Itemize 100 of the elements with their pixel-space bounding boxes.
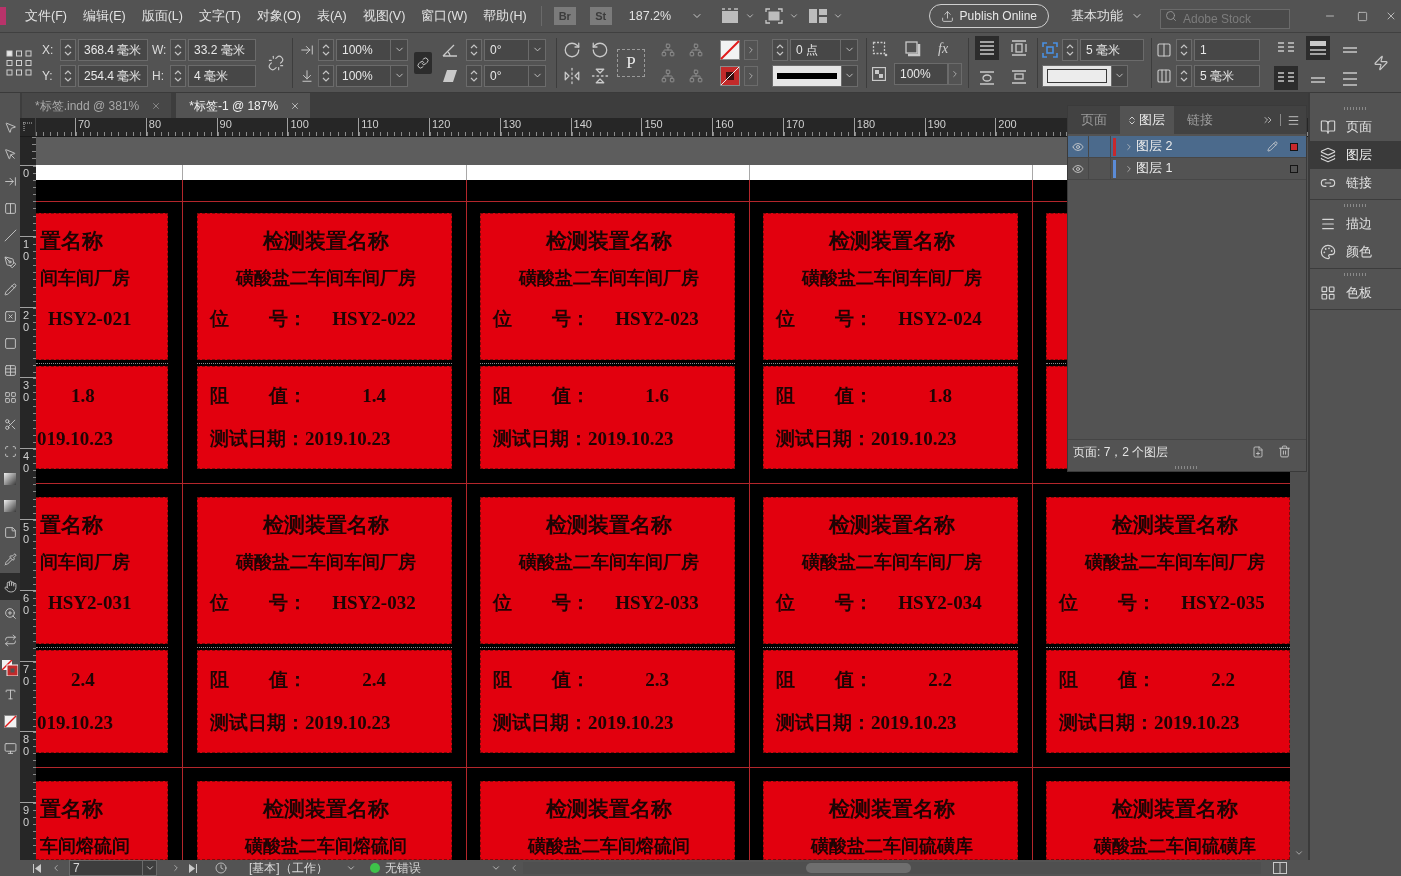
vertical-scrollbar[interactable] (1290, 472, 1308, 860)
gutter-icon[interactable] (1156, 67, 1172, 84)
gutter-field[interactable]: 5 毫米 (1194, 64, 1260, 87)
scale-field[interactable]: 100% (336, 64, 408, 87)
grip-icon[interactable] (1343, 203, 1368, 207)
arrow-to-line-icon[interactable] (3, 175, 17, 188)
preflight-dropdown[interactable]: 无错误 (384, 859, 501, 876)
view-options-button[interactable] (721, 8, 756, 24)
fill-none-swatch-icon[interactable] (720, 39, 740, 60)
trash-icon[interactable] (1278, 445, 1291, 458)
hierarchy-icon[interactable] (689, 68, 703, 83)
hand-tool-icon[interactable] (3, 580, 17, 593)
stepper-button[interactable] (170, 64, 186, 87)
zoom-icon[interactable] (3, 607, 17, 620)
grip-icon[interactable] (1175, 465, 1199, 469)
dock-panel-button[interactable]: 描边 (1310, 210, 1401, 238)
columns-field[interactable]: 1 (1194, 38, 1260, 61)
rotate-clockwise-icon[interactable] (563, 40, 581, 59)
pointer-arrow-icon[interactable] (3, 121, 17, 134)
chevron-down-icon[interactable] (144, 863, 155, 873)
search-icon[interactable] (1165, 10, 1177, 22)
close-icon[interactable] (290, 100, 301, 111)
grip-icon[interactable] (1343, 272, 1368, 276)
parallelogram-icon[interactable] (442, 68, 458, 83)
scroll-down-icon[interactable] (1294, 848, 1304, 858)
upload-icon[interactable] (940, 9, 954, 23)
caret-icon[interactable] (745, 11, 756, 21)
split-panels-icon[interactable] (809, 9, 828, 23)
swatch-menu-button[interactable] (744, 39, 758, 60)
four-squares-icon[interactable] (1320, 285, 1336, 301)
menu-item[interactable]: 帮助(H) (483, 6, 527, 26)
zoom-dropdown[interactable]: 187.2% (628, 6, 704, 26)
eye-icon[interactable] (1072, 162, 1084, 175)
stepper-button[interactable] (60, 38, 76, 61)
arrow-down-to-line-icon[interactable] (300, 68, 314, 83)
stroke-weight-field[interactable]: 0 点 (790, 38, 858, 61)
scissors-icon[interactable] (3, 418, 17, 431)
drop-shadow-icon[interactable] (905, 40, 921, 57)
opacity-field[interactable]: 100% (894, 62, 948, 85)
screen-mode-icon[interactable] (765, 8, 784, 24)
corner-brackets-icon[interactable] (1042, 41, 1058, 58)
dashed-frame-icon[interactable] (721, 8, 740, 24)
page-number-field[interactable]: 7 (69, 860, 157, 876)
offset-field[interactable]: 5 毫米 (1080, 38, 1144, 61)
master-page-dropdown[interactable]: [基本]（工作） (249, 859, 356, 876)
position-field[interactable]: 368.4 毫米 (78, 38, 148, 61)
stepper-button[interactable] (772, 38, 788, 61)
note-icon[interactable] (3, 526, 17, 539)
file-plus-icon[interactable] (1252, 445, 1264, 458)
eyedropper-icon[interactable] (3, 553, 17, 566)
menu-item[interactable]: 文件(F) (25, 6, 67, 26)
menu-item[interactable]: 编辑(E) (82, 6, 126, 26)
open-book-icon[interactable] (1320, 119, 1336, 135)
size-field[interactable]: 33.2 毫米 (188, 38, 256, 61)
previous-page-icon[interactable] (51, 863, 61, 873)
hollow-pointer-icon[interactable] (3, 148, 17, 161)
next-page-icon[interactable] (171, 863, 181, 873)
last-page-icon[interactable] (189, 863, 197, 873)
angle-icon[interactable] (442, 42, 458, 57)
size-field[interactable]: 4 毫米 (188, 64, 256, 87)
flip-vertical-icon[interactable] (591, 66, 609, 85)
double-chevron-icon[interactable] (1262, 114, 1274, 126)
stepper-button[interactable] (1062, 38, 1078, 61)
angle-field[interactable]: 0° (484, 38, 546, 61)
stepper-button[interactable] (1176, 64, 1192, 87)
columns-icon[interactable] (1156, 41, 1172, 58)
arrange-documents-button[interactable] (809, 9, 844, 23)
caret-icon[interactable] (833, 11, 844, 21)
chevron-down-icon[interactable] (490, 863, 501, 873)
expand-chevron-icon[interactable] (1124, 141, 1134, 152)
screen-mode-button[interactable] (765, 8, 800, 24)
content-p-button[interactable]: P (617, 48, 645, 77)
dock-panel-button[interactable]: 颜色 (1310, 238, 1401, 266)
none-swatch-icon[interactable] (3, 715, 17, 728)
chevron-down-icon[interactable] (345, 863, 356, 873)
expand-chevron-icon[interactable] (1124, 163, 1134, 174)
panel-tab[interactable]: 图层 (1120, 106, 1174, 134)
layer-row[interactable]: 图层 1 (1068, 158, 1306, 180)
color-dropdown[interactable] (1042, 64, 1128, 87)
dock-panel-button[interactable]: 图层 (1310, 141, 1401, 169)
menu-item[interactable]: 版面(L) (141, 6, 183, 26)
tool-button[interactable] (0, 573, 20, 600)
type-icon[interactable] (3, 688, 17, 701)
stepper-button[interactable] (466, 38, 482, 61)
sort-arrows-icon[interactable] (1129, 115, 1135, 125)
dock-panel-button[interactable]: 页面 (1310, 113, 1401, 141)
constrain-proportions-button[interactable] (414, 51, 432, 74)
menu-item[interactable]: 表(A) (316, 6, 347, 26)
split-view-icon[interactable] (1272, 862, 1287, 874)
broken-chain-icon[interactable] (268, 54, 284, 71)
pencil-icon[interactable] (3, 283, 17, 296)
stepper-button[interactable] (318, 64, 334, 87)
menu-item[interactable]: 窗口(W) (421, 6, 468, 26)
rectangle-icon[interactable] (3, 337, 17, 350)
lightning-icon[interactable] (1373, 54, 1389, 71)
swap-arrows-icon[interactable] (3, 634, 17, 647)
stroke-swatch-icon[interactable] (720, 65, 740, 86)
panel-tab[interactable]: 链接 (1174, 106, 1226, 134)
table-icon[interactable] (3, 364, 17, 377)
stepper-button[interactable] (318, 38, 334, 61)
